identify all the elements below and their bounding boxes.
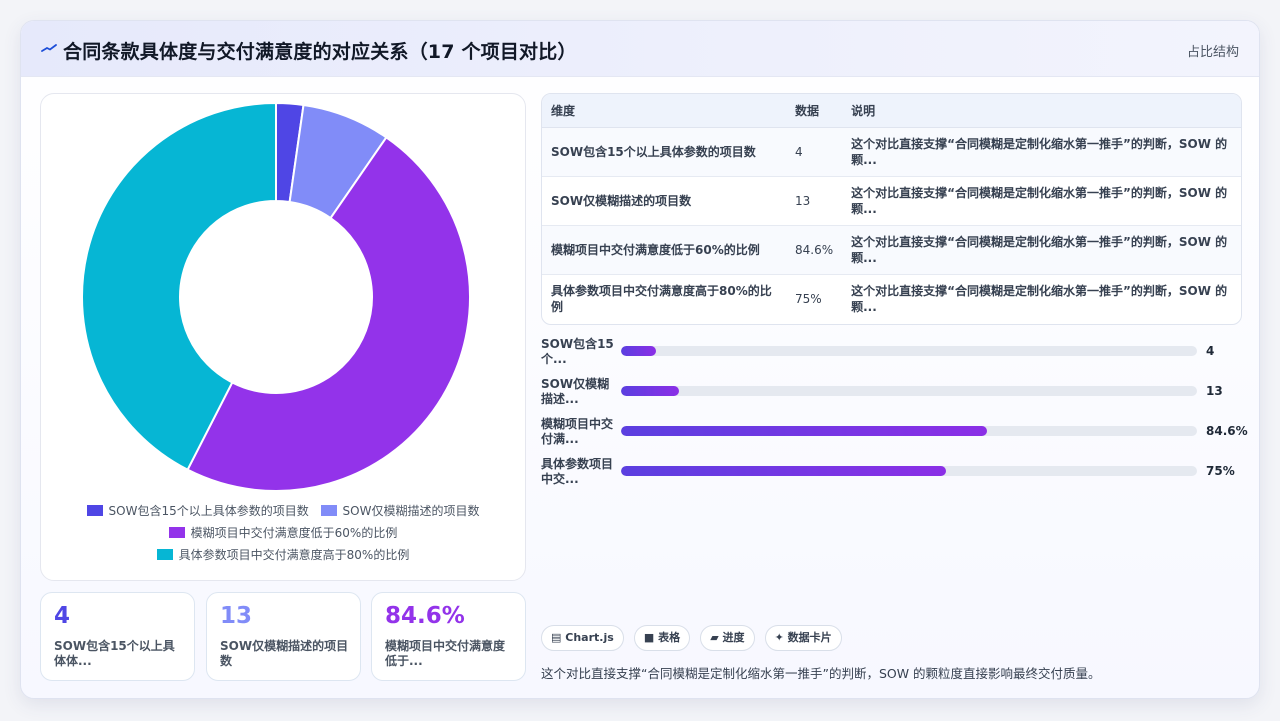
legend-item[interactable]: SOW仅模糊描述的项目数 [320, 500, 480, 522]
chart-legend: SOW包含15个以上具体参数的项目数 SOW仅模糊描述的项目数 模糊项目中交付满… [41, 500, 525, 566]
table-row: SOW仅模糊描述的项目数 13 这个对比直接支撑“合同模糊是定制化缩水第一推手”… [542, 176, 1241, 226]
cell-dimension: SOW包含15个以上具体参数的项目数 [542, 127, 786, 177]
column-header-note: 说明 [842, 94, 1241, 128]
sparkle-icon: ✦ [774, 631, 784, 644]
progress-label: SOW包含15个... [541, 337, 614, 366]
progress-bar-list: SOW包含15个... 4 SOW仅模糊描述... 13 模糊项目中交付满...… [541, 337, 1248, 497]
chart-icon: ▤ [551, 631, 562, 644]
progress-track [621, 346, 1197, 356]
table-row: 模糊项目中交付满意度低于60%的比例 84.6% 这个对比直接支撑“合同模糊是定… [542, 225, 1241, 275]
stat-value: 13 [220, 603, 253, 629]
stat-label: SOW包含15个以上具体体... [54, 639, 175, 668]
progress-label: 具体参数项目中交... [541, 457, 614, 486]
progress-row: SOW仅模糊描述... 13 [541, 377, 1246, 417]
cell-value: 4 [786, 127, 843, 177]
stat-card: 84.6% 模糊项目中交付满意度低于... [371, 592, 526, 681]
legend-item[interactable]: 具体参数项目中交付满意度高于80%的比例 [156, 544, 410, 566]
progress-row: SOW包含15个... 4 [541, 337, 1246, 377]
legend-swatch [168, 527, 185, 538]
footnote: 这个对比直接支撑“合同模糊是定制化缩水第一推手”的判断，SOW 的颗粒度直接影响… [541, 666, 1101, 681]
card-header: 合同条款具体度与交付满意度的对应关系（17 个项目对比） 占比结构 [21, 21, 1259, 77]
legend-label: 模糊项目中交付满意度低于60%的比例 [190, 526, 398, 540]
cell-note: 这个对比直接支撑“合同模糊是定制化缩水第一推手”的判断，SOW 的颗... [842, 225, 1241, 275]
data-table: 维度 数据 说明 SOW包含15个以上具体参数的项目数 4 这个对比直接支撑“合… [541, 93, 1242, 325]
tag-table[interactable]: ■ 表格 [633, 625, 691, 651]
progress-fill [621, 466, 947, 476]
chart-card: 合同条款具体度与交付满意度的对应关系（17 个项目对比） 占比结构 SOW包含1… [20, 20, 1260, 699]
progress-value: 75% [1206, 464, 1235, 478]
stat-value: 84.6% [385, 603, 465, 629]
progress-value: 4 [1206, 344, 1215, 358]
table-icon: ■ [643, 631, 655, 644]
trend-line-icon [41, 44, 57, 52]
legend-swatch [86, 505, 103, 516]
cell-note: 这个对比直接支撑“合同模糊是定制化缩水第一推手”的判断，SOW 的颗... [851, 283, 1228, 314]
stat-label: 模糊项目中交付满意度低于... [385, 639, 506, 668]
column-header-dimension: 维度 [542, 94, 786, 128]
progress-label: 模糊项目中交付满... [541, 417, 614, 446]
legend-label: SOW包含15个以上具体参数的项目数 [108, 504, 309, 518]
cell-value: 75% [795, 291, 822, 306]
cell-value: 84.6% [786, 225, 843, 275]
column-header-value: 数据 [786, 94, 843, 128]
legend-item[interactable]: SOW包含15个以上具体参数的项目数 [86, 500, 309, 522]
progress-icon: ▰ [710, 631, 719, 644]
tag-label: 进度 [722, 631, 745, 644]
donut-chart [81, 102, 471, 492]
legend-label: SOW仅模糊描述的项目数 [342, 504, 480, 518]
progress-track [621, 466, 1197, 476]
tag-list: ▤ Chart.js ■ 表格 ▰ 进度 ✦ 数据卡片 [541, 625, 847, 651]
page-title: 合同条款具体度与交付满意度的对应关系（17 个项目对比） [63, 41, 577, 63]
progress-track [621, 426, 1197, 436]
view-mode-label[interactable]: 占比结构 [1187, 41, 1239, 60]
legend-swatch [320, 505, 337, 516]
table-header-row: 维度 数据 说明 [542, 94, 1241, 128]
cell-value: 13 [786, 176, 843, 226]
progress-row: 具体参数项目中交... 75% [541, 457, 1246, 497]
legend-label: 具体参数项目中交付满意度高于80%的比例 [178, 548, 410, 562]
progress-label: SOW仅模糊描述... [541, 377, 610, 406]
progress-row: 模糊项目中交付满... 84.6% [541, 417, 1248, 457]
legend-item[interactable]: 模糊项目中交付满意度低于60%的比例 [168, 522, 398, 544]
progress-fill [621, 386, 679, 396]
tag-label: 表格 [658, 631, 681, 644]
tag-label: Chart.js [565, 631, 614, 644]
cell-dimension: SOW仅模糊描述的项目数 [542, 176, 786, 226]
table-row: 具体参数项目中交付满意度高于80%的比例 75% 这个对比直接支撑“合同模糊是定… [542, 274, 1241, 323]
legend-swatch [156, 549, 173, 560]
cell-dimension: 具体参数项目中交付满意度高于80%的比例 [551, 283, 772, 314]
stat-value: 4 [54, 603, 71, 629]
progress-fill [621, 346, 656, 356]
cell-dimension: 模糊项目中交付满意度低于60%的比例 [542, 225, 786, 275]
stat-label: SOW仅模糊描述的项目数 [220, 639, 349, 668]
donut-chart-panel: SOW包含15个以上具体参数的项目数 SOW仅模糊描述的项目数 模糊项目中交付满… [40, 93, 526, 581]
tag-chartjs[interactable]: ▤ Chart.js [541, 625, 624, 651]
table-row: SOW包含15个以上具体参数的项目数 4 这个对比直接支撑“合同模糊是定制化缩水… [542, 127, 1241, 177]
tag-data-card[interactable]: ✦ 数据卡片 [764, 625, 842, 651]
progress-value: 13 [1206, 384, 1223, 398]
tag-label: 数据卡片 [787, 631, 832, 644]
cell-note: 这个对比直接支撑“合同模糊是定制化缩水第一推手”的判断，SOW 的颗... [842, 127, 1241, 177]
cell-note: 这个对比直接支撑“合同模糊是定制化缩水第一推手”的判断，SOW 的颗... [842, 176, 1241, 226]
progress-track [621, 386, 1197, 396]
progress-value: 84.6% [1206, 424, 1248, 438]
stat-card: 13 SOW仅模糊描述的项目数 [206, 592, 361, 681]
progress-fill [621, 426, 987, 436]
stat-card: 4 SOW包含15个以上具体体... [40, 592, 195, 681]
tag-progress[interactable]: ▰ 进度 [700, 625, 755, 651]
